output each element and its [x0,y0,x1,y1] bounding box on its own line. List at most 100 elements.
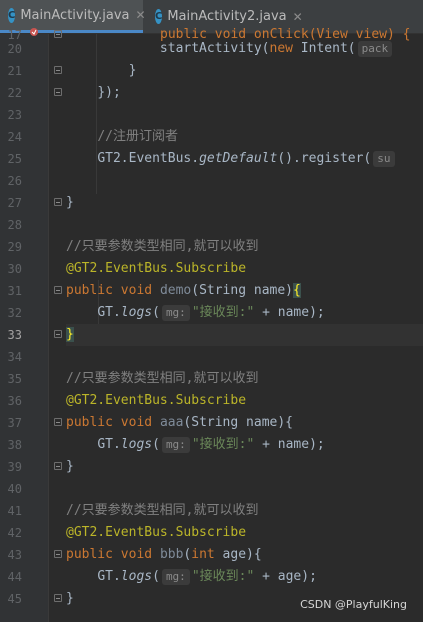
code-line-33-current: 33 } [0,324,423,346]
string-literal: "接收到:" [191,437,255,452]
matched-brace: } [66,327,74,342]
watermark: CSDN @PlayfulKing [300,598,407,611]
keyword: int [191,547,215,562]
annotation: @GT2.EventBus. [66,261,176,276]
tab-label: MainActivity2.java [167,9,287,24]
line-number: 31 [7,284,22,298]
code-line-32: 32 GT.logs(mg: "接收到:" + name); [0,302,423,324]
annotation: @GT2.EventBus. [66,393,176,408]
code-line-37: 37 public void aaa(String name){ [0,412,423,434]
code-text: ( [152,569,160,584]
code-text: GT. [97,305,121,320]
code-line-21: 21 } [0,60,423,82]
annotation: @GT2.EventBus. [66,525,176,540]
fold-marker-icon[interactable] [54,286,62,294]
keyword: void [120,415,153,430]
code-text: startActivity( [159,41,270,56]
fold-marker-icon[interactable] [54,30,62,38]
fold-marker-icon[interactable] [54,550,62,558]
method-name: logs [120,437,153,452]
line-number: 32 [7,306,22,320]
code-line-34: 34 [0,346,423,368]
code-line-23: 23 [0,104,423,126]
code-line-38: 38 GT.logs(mg: "接收到:" + name); [0,434,423,456]
code-text: + age); [254,569,317,584]
fold-marker-icon[interactable] [54,462,62,470]
line-number: 30 [7,262,22,276]
code-line-30: 30 @GT2.EventBus.Subscribe [0,258,423,280]
line-number: 35 [7,372,22,386]
code-line-41: 41 //只要参数类型相同,就可以收到 [0,500,423,522]
code-line-35: 35 //只要参数类型相同,就可以收到 [0,368,423,390]
method-name: logs [120,305,153,320]
method-name: bbb [159,547,184,562]
code-editor[interactable]: 17 public void onClick(View view) { 20 s… [0,27,423,622]
line-number: 24 [7,130,22,144]
line-number: 25 [7,152,22,166]
code-text: } [66,459,74,474]
fold-marker-icon[interactable] [54,198,62,206]
line-number: 45 [7,592,22,606]
code-line-44: 44 GT.logs(mg: "接收到:" + age); [0,566,423,588]
fold-marker-icon[interactable] [54,88,62,96]
code-text: ( [152,305,160,320]
code-text: ().register( [277,151,372,166]
keyword: public [66,547,113,562]
code-comment: //只要参数类型相同,就可以收到 [66,503,259,518]
keyword: void [120,547,153,562]
annotation-name: Subscribe [175,261,247,276]
line-number: 33 [7,328,22,342]
annotation-name: Subscribe [175,393,247,408]
code-text: (String name){ [183,415,293,430]
code-text: Intent( [292,41,356,56]
code-line-39: 39 } [0,456,423,478]
parameter-hint: mg: [161,568,190,585]
code-comment: //注册订阅者 [97,129,178,144]
code-line-28: 28 [0,214,423,236]
line-number: 28 [7,218,22,232]
code-line-24: 24 //注册订阅者 [0,126,423,148]
code-text: age){ [214,547,262,562]
line-number: 37 [7,416,22,430]
override-marker-icon[interactable] [29,27,39,37]
code-text: }); [97,85,121,100]
code-line-20: 20 startActivity(new Intent(pack [0,38,423,60]
fold-marker-icon[interactable] [54,594,62,602]
line-number: 39 [7,460,22,474]
string-literal: "接收到:" [191,305,255,320]
method-name: getDefault [199,151,278,166]
code-text: + name); [254,305,325,320]
code-comment: //只要参数类型相同,就可以收到 [66,239,259,254]
code-line-43: 43 public void bbb(int age){ [0,544,423,566]
line-number: 41 [7,504,22,518]
close-icon[interactable]: ✕ [293,10,303,24]
keyword: public [66,415,113,430]
code-text: (String name) [191,283,293,298]
code-line-42: 42 @GT2.EventBus.Subscribe [0,522,423,544]
fold-marker-icon[interactable] [54,418,62,426]
tab-label: MainActivity.java [20,7,130,23]
line-number: 44 [7,570,22,584]
code-text: } [66,591,74,606]
code-line-27: 27 } [0,192,423,214]
line-number: 42 [7,526,22,540]
keyword: void [120,283,153,298]
annotation-name: Subscribe [175,525,247,540]
line-number: 20 [7,42,22,56]
line-number: 26 [7,174,22,188]
fold-marker-icon[interactable] [54,330,62,338]
code-text: ( [152,437,160,452]
fold-marker-icon[interactable] [54,66,62,74]
code-text: + name); [254,437,325,452]
parameter-hint: mg: [161,436,190,453]
method-name: logs [120,569,153,584]
code-line-29: 29 //只要参数类型相同,就可以收到 [0,236,423,258]
line-number: 40 [7,482,22,496]
code-text: } [66,195,74,210]
line-number: 21 [7,64,22,78]
code-line-26: 26 [0,170,423,192]
code-text: GT2.EventBus. [97,151,200,166]
code-line-36: 36 @GT2.EventBus.Subscribe [0,390,423,412]
close-icon[interactable]: ✕ [136,8,146,22]
code-line-22: 22 }); [0,82,423,104]
